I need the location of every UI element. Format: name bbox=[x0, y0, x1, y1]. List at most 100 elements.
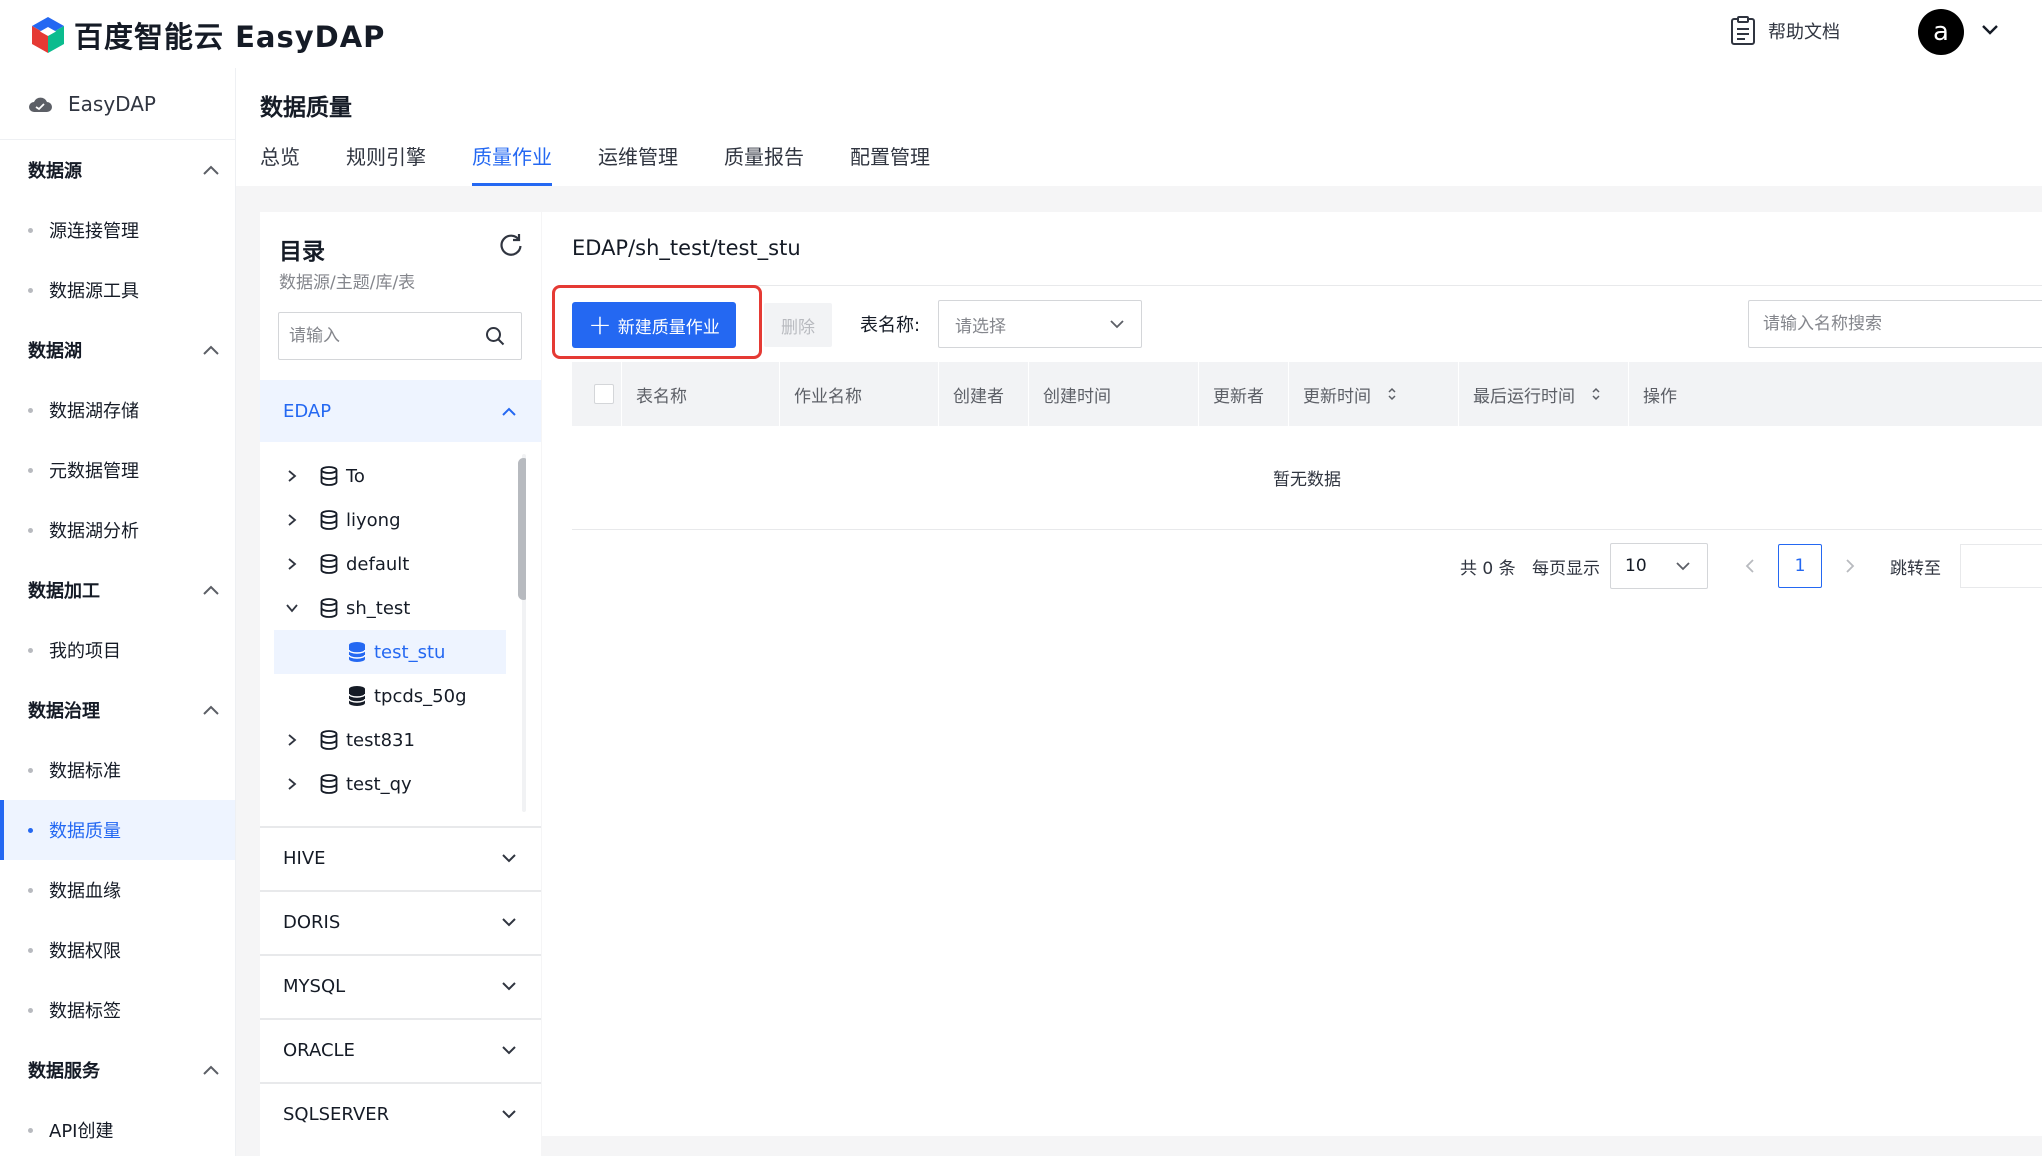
nav-group-label: 数据加工 bbox=[28, 581, 100, 602]
sort-icon[interactable] bbox=[1387, 386, 1397, 402]
tab-rule-engine[interactable]: 规则引擎 bbox=[346, 136, 426, 186]
baidu-cloud-logo-icon bbox=[32, 17, 64, 53]
delete-button[interactable]: 删除 bbox=[764, 303, 832, 347]
source-label: HIVE bbox=[283, 847, 326, 869]
source-label: DORIS bbox=[283, 911, 341, 933]
nav-group-datalake[interactable]: 数据湖 bbox=[0, 320, 235, 380]
nav-item-data-permission[interactable]: 数据权限 bbox=[0, 920, 235, 980]
tab-ops-management[interactable]: 运维管理 bbox=[598, 136, 678, 186]
bullet-dot bbox=[28, 1007, 33, 1013]
chevron-right-icon[interactable] bbox=[286, 557, 298, 571]
column-header-label: 作业名称 bbox=[794, 386, 862, 407]
new-quality-job-button[interactable]: + 新建质量作业 bbox=[572, 302, 736, 348]
tree-node-label: test831 bbox=[346, 729, 415, 751]
tree-node-label: liyong bbox=[346, 509, 401, 531]
bullet-dot bbox=[28, 827, 33, 833]
tree-node-db[interactable]: sh_test bbox=[274, 586, 506, 630]
tree-node-db[interactable]: liyong bbox=[274, 498, 506, 542]
sidebar-brand[interactable]: EasyDAP bbox=[0, 68, 235, 140]
help-docs-label: 帮助文档 bbox=[1768, 22, 1840, 43]
tree-scrollbar-thumb[interactable] bbox=[518, 458, 526, 600]
jump-to-input[interactable] bbox=[1960, 544, 2042, 588]
catalog-subtitle: 数据源/主题/库/表 bbox=[279, 273, 416, 293]
chevron-right-icon[interactable] bbox=[286, 733, 298, 747]
nav-item-source-connection[interactable]: 源连接管理 bbox=[0, 200, 235, 260]
nav-item-metadata[interactable]: 元数据管理 bbox=[0, 440, 235, 500]
chevron-right-icon[interactable] bbox=[286, 777, 298, 791]
select-all-checkbox[interactable] bbox=[594, 384, 614, 404]
nav-item-label: 元数据管理 bbox=[49, 461, 139, 482]
nav-item-data-lineage[interactable]: 数据血缘 bbox=[0, 860, 235, 920]
catalog-search-input[interactable] bbox=[279, 313, 469, 359]
source-mysql[interactable]: MYSQL bbox=[260, 954, 541, 1016]
sidebar-brand-label: EasyDAP bbox=[68, 91, 156, 116]
source-sqlserver[interactable]: SQLSERVER bbox=[260, 1082, 541, 1144]
page-number-current[interactable]: 1 bbox=[1778, 544, 1822, 588]
tree-node-db[interactable]: To bbox=[274, 454, 506, 498]
table-name-select[interactable]: 请选择 bbox=[938, 300, 1142, 348]
tree-node-label: test_qy bbox=[346, 773, 412, 795]
tree-node-table[interactable]: tpcds_50g bbox=[274, 674, 506, 718]
chevron-right-icon[interactable] bbox=[286, 513, 298, 527]
nav-item-my-projects[interactable]: 我的项目 bbox=[0, 620, 235, 680]
tab-config-management[interactable]: 配置管理 bbox=[850, 136, 930, 186]
help-docs-link[interactable]: 帮助文档 bbox=[1730, 16, 1840, 46]
bullet-dot bbox=[28, 287, 33, 293]
tab-overview[interactable]: 总览 bbox=[260, 136, 300, 186]
col-creator: 创建者 bbox=[939, 362, 1029, 426]
chevron-down-icon[interactable] bbox=[1980, 20, 2000, 40]
col-job-name: 作业名称 bbox=[780, 362, 939, 426]
column-header-label: 操作 bbox=[1643, 386, 1677, 407]
bullet-dot bbox=[28, 467, 33, 473]
user-avatar[interactable]: a bbox=[1918, 9, 1964, 55]
sort-icon[interactable] bbox=[1591, 386, 1601, 402]
chevron-right-icon[interactable] bbox=[286, 469, 298, 483]
nav-item-lake-analytics[interactable]: 数据湖分析 bbox=[0, 500, 235, 560]
catalog-tree: To liyong default sh_test test_stu tpcds… bbox=[274, 450, 526, 812]
nav-item-data-quality[interactable]: 数据质量 bbox=[0, 800, 235, 860]
nav-group-label: 数据治理 bbox=[28, 701, 100, 722]
col-update-time[interactable]: 更新时间 bbox=[1289, 362, 1459, 426]
source-edap[interactable]: EDAP bbox=[260, 380, 541, 442]
name-search-input[interactable] bbox=[1749, 301, 2029, 347]
top-header: 百度智能云 EasyDAP 帮助文档 a bbox=[0, 0, 2042, 68]
refresh-icon[interactable] bbox=[498, 232, 524, 258]
nav-group-governance[interactable]: 数据治理 bbox=[0, 680, 235, 740]
nav-group-data-service[interactable]: 数据服务 bbox=[0, 1040, 235, 1100]
database-icon bbox=[320, 774, 338, 794]
catalog-title: 目录 bbox=[279, 239, 325, 265]
tree-node-table[interactable]: test_stu bbox=[274, 630, 506, 674]
prev-page-icon[interactable] bbox=[1744, 556, 1756, 576]
page-size-select[interactable]: 10 bbox=[1610, 543, 1708, 589]
tab-quality-report[interactable]: 质量报告 bbox=[724, 136, 804, 186]
nav-item-label: 数据源工具 bbox=[49, 281, 139, 302]
nav-item-api-create[interactable]: API创建 bbox=[0, 1100, 235, 1156]
next-page-icon[interactable] bbox=[1844, 556, 1856, 576]
chevron-up-icon bbox=[203, 705, 219, 715]
tab-quality-jobs[interactable]: 质量作业 bbox=[472, 136, 552, 186]
logo[interactable]: 百度智能云 EasyDAP bbox=[28, 14, 385, 56]
source-doris[interactable]: DORIS bbox=[260, 890, 541, 952]
chevron-down-icon[interactable] bbox=[285, 602, 299, 614]
source-hive[interactable]: HIVE bbox=[260, 826, 541, 888]
tree-node-db[interactable]: default bbox=[274, 542, 506, 586]
source-label: EDAP bbox=[283, 400, 332, 422]
col-last-run-time[interactable]: 最后运行时间 bbox=[1459, 362, 1629, 426]
nav-item-data-tags[interactable]: 数据标签 bbox=[0, 980, 235, 1040]
tree-node-db[interactable]: test831 bbox=[274, 718, 506, 762]
tree-node-label: test_stu bbox=[374, 641, 446, 663]
tree-node-db[interactable]: test_qy bbox=[274, 762, 506, 806]
tree-node-label: default bbox=[346, 553, 410, 575]
nav-item-source-tools[interactable]: 数据源工具 bbox=[0, 260, 235, 320]
nav-item-data-standard[interactable]: 数据标准 bbox=[0, 740, 235, 800]
nav-group-label: 数据服务 bbox=[28, 1061, 100, 1082]
source-label: SQLSERVER bbox=[283, 1103, 390, 1125]
source-oracle[interactable]: ORACLE bbox=[260, 1018, 541, 1080]
nav-group-processing[interactable]: 数据加工 bbox=[0, 560, 235, 620]
database-icon bbox=[320, 510, 338, 530]
nav-group-datasource[interactable]: 数据源 bbox=[0, 140, 235, 200]
nav-item-lake-storage[interactable]: 数据湖存储 bbox=[0, 380, 235, 440]
bullet-dot bbox=[28, 767, 33, 773]
column-header-label: 更新者 bbox=[1213, 386, 1264, 407]
search-icon[interactable] bbox=[485, 326, 505, 346]
